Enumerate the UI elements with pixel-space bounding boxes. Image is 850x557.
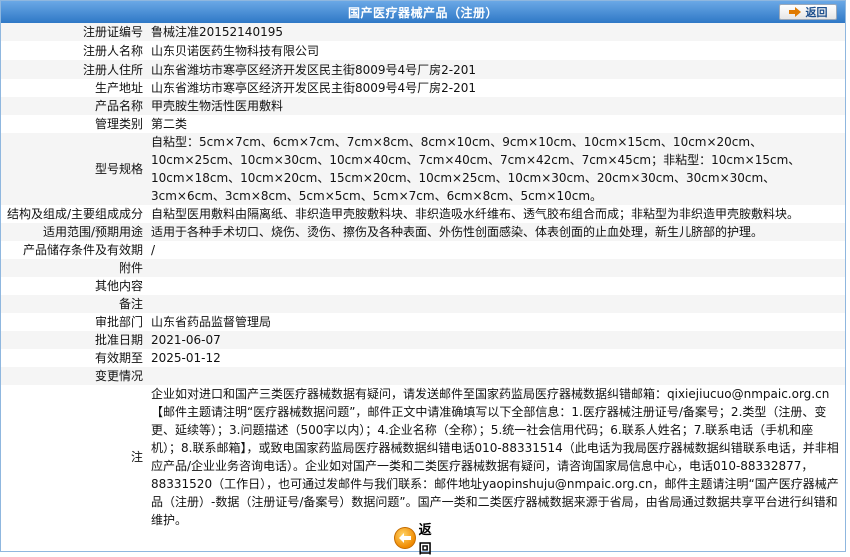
row-value (147, 295, 845, 313)
row-value: 山东贝诺医药生物科技有限公司 (147, 41, 845, 60)
detail-panel: 国产医疗器械产品（注册） 返回 注册证编号 鲁械注准20152140195 注册人… (0, 0, 846, 557)
row-key: 型号规格 (1, 133, 147, 205)
row-key: 有效期至 (1, 349, 147, 367)
row-value: / (147, 241, 845, 259)
page-title: 国产医疗器械产品（注册） (347, 6, 498, 20)
row-value (147, 259, 845, 277)
return-icon (394, 527, 416, 549)
row-key: 附件 (1, 259, 147, 277)
table-row: 型号规格 自粘型：5cm×7cm、6cm×7cm、7cm×8cm、8cm×10cm… (1, 133, 845, 205)
table-row: 结构及组成/主要组成成分 自粘型医用敷料由隔离纸、非织造甲壳胺敷料块、非织造吸水纤… (1, 205, 845, 223)
row-value: 山东省潍坊市寒亭区经济开发区民主街8009号4号厂房2-201 (147, 79, 845, 97)
info-table: 注册证编号 鲁械注准20152140195 注册人名称 山东贝诺医药生物科技有限公司… (1, 23, 845, 529)
table-row: 管理类别 第二类 (1, 115, 845, 133)
row-value: 适用于各种手术切口、烧伤、烫伤、擦伤及各种表面、外伤性创面感染、体表创面的止血处… (147, 223, 845, 241)
row-key: 备注 (1, 295, 147, 313)
table-row: 适用范围/预期用途 适用于各种手术切口、烧伤、烫伤、擦伤及各种表面、外伤性创面感染… (1, 223, 845, 241)
back-button-label: 返回 (805, 6, 828, 19)
row-key: 产品储存条件及有效期 (1, 241, 147, 259)
row-key: 注 (1, 385, 147, 529)
table-row: 产品名称 甲壳胺生物活性医用敷料 (1, 97, 845, 115)
notice-text: 企业如对进口和国产三类医疗器械数据有疑问，请发送邮件至国家药监局医疗器械数据纠错… (147, 385, 845, 529)
row-value: 2025-01-12 (147, 349, 845, 367)
table-row: 附件 (1, 259, 845, 277)
row-key: 管理类别 (1, 115, 147, 133)
row-key: 变更情况 (1, 367, 147, 385)
row-value: 山东省潍坊市寒亭区经济开发区民主街8009号4号厂房2-201 (147, 60, 845, 79)
back-button-top[interactable]: 返回 (779, 4, 837, 20)
row-value: 第二类 (147, 115, 845, 133)
row-key: 注册人名称 (1, 41, 147, 60)
table-row: 审批部门 山东省药品监督管理局 (1, 313, 845, 331)
back-button-bottom[interactable]: 返回 (394, 523, 444, 557)
table-row: 注册人住所 山东省潍坊市寒亭区经济开发区民主街8009号4号厂房2-201 (1, 60, 845, 79)
table-row: 注企业如对进口和国产三类医疗器械数据有疑问，请发送邮件至国家药监局医疗器械数据纠… (1, 385, 845, 529)
row-key: 生产地址 (1, 79, 147, 97)
row-key: 审批部门 (1, 313, 147, 331)
row-value: 自粘型：5cm×7cm、6cm×7cm、7cm×8cm、8cm×10cm、9cm… (147, 133, 845, 205)
row-value (147, 277, 845, 295)
row-key: 其他内容 (1, 277, 147, 295)
row-value: 自粘型医用敷料由隔离纸、非织造甲壳胺敷料块、非织造吸水纤维布、透气胶布组合而成；… (147, 205, 845, 223)
arrow-right-icon (788, 7, 801, 17)
back-button-bottom-label: 返回 (418, 523, 432, 557)
table-row: 变更情况 (1, 367, 845, 385)
title-bar: 国产医疗器械产品（注册） 返回 (1, 1, 845, 24)
row-value: 甲壳胺生物活性医用敷料 (147, 97, 845, 115)
table-row: 其他内容 (1, 277, 845, 295)
table-row: 注册人名称 山东贝诺医药生物科技有限公司 (1, 41, 845, 60)
row-value: 2021-06-07 (147, 331, 845, 349)
row-key: 产品名称 (1, 97, 147, 115)
row-value: 鲁械注准20152140195 (147, 23, 845, 41)
row-value (147, 367, 845, 385)
table-row: 有效期至 2025-01-12 (1, 349, 845, 367)
row-key: 注册证编号 (1, 23, 147, 41)
table-row: 批准日期 2021-06-07 (1, 331, 845, 349)
row-key: 注册人住所 (1, 60, 147, 79)
table-row: 注册证编号 鲁械注准20152140195 (1, 23, 845, 41)
row-value: 山东省药品监督管理局 (147, 313, 845, 331)
row-key: 适用范围/预期用途 (1, 223, 147, 241)
row-key: 批准日期 (1, 331, 147, 349)
table-row: 备注 (1, 295, 845, 313)
table-row: 产品储存条件及有效期 / (1, 241, 845, 259)
table-row: 生产地址 山东省潍坊市寒亭区经济开发区民主街8009号4号厂房2-201 (1, 79, 845, 97)
row-key: 结构及组成/主要组成成分 (1, 205, 147, 223)
